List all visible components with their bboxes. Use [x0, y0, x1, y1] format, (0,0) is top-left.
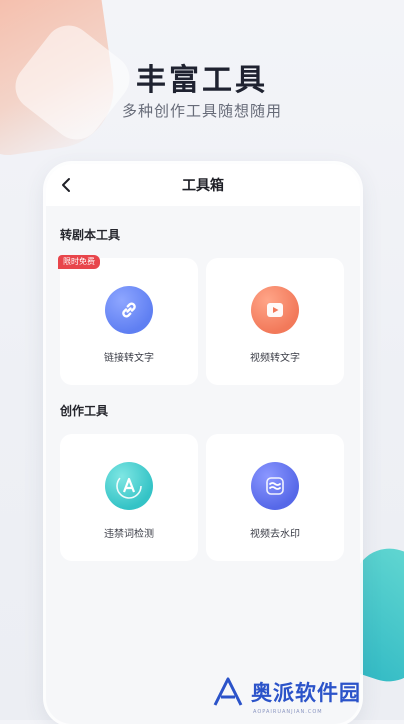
play-icon: [251, 286, 299, 334]
section-title-script-tools: 转剧本工具: [60, 228, 121, 242]
tool-label: 视频转文字: [250, 353, 300, 364]
watermark-logo-icon: [213, 677, 243, 706]
back-arrow-icon[interactable]: [60, 177, 72, 193]
waves-icon: [251, 462, 299, 510]
page-title: 工具箱: [182, 178, 224, 194]
watermark-text: 奥派软件园: [251, 681, 361, 705]
phone-mockup: 工具箱 转剧本工具 限时免费 链接转文字 视频转文字 创作工具 违禁词检测 视频…: [46, 164, 360, 724]
hero-title: 丰富工具: [136, 63, 268, 98]
site-watermark: 奥派软件园 AOPAIRUANJIAN.COM: [211, 670, 396, 715]
navbar: 工具箱: [46, 164, 360, 206]
tool-card-banned-word-check[interactable]: 违禁词检测: [60, 434, 198, 561]
tool-label: 链接转文字: [104, 353, 154, 364]
tool-label: 视频去水印: [250, 529, 300, 540]
letter-a-icon: [105, 462, 153, 510]
tool-label: 违禁词检测: [104, 529, 154, 540]
watermark-url: AOPAIRUANJIAN.COM: [253, 709, 323, 715]
link-icon: [105, 286, 153, 334]
tool-card-video-to-text[interactable]: 视频转文字: [206, 258, 344, 385]
tool-card-link-to-text[interactable]: 限时免费 链接转文字: [58, 255, 198, 385]
hero-subtitle: 多种创作工具随想随用: [121, 102, 282, 120]
tool-card-video-watermark-removal[interactable]: 视频去水印: [206, 434, 344, 561]
section-title-creation-tools: 创作工具: [60, 404, 109, 418]
free-badge: 限时免费: [58, 255, 100, 269]
